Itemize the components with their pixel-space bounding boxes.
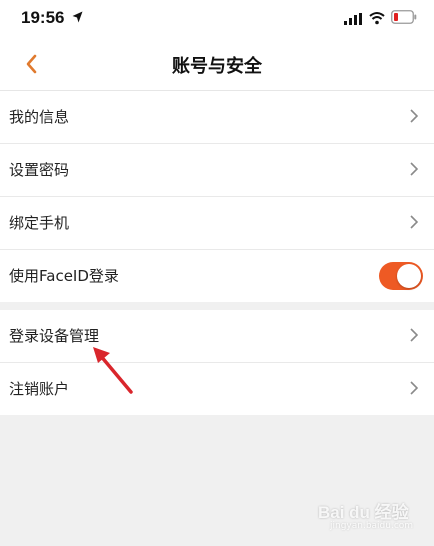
row-label: 设置密码: [9, 161, 70, 179]
row-set-password[interactable]: 设置密码: [0, 144, 434, 197]
settings-group-devices: 登录设备管理 注销账户: [0, 310, 434, 415]
chevron-right-icon: [410, 109, 418, 123]
status-bar: 19:56: [0, 0, 434, 36]
location-arrow-icon: [72, 11, 83, 23]
status-time: 19:56: [21, 8, 65, 27]
settings-group-account: 我的信息 设置密码 绑定手机 使用FaceID登录: [0, 91, 434, 302]
row-my-info[interactable]: 我的信息: [0, 91, 434, 144]
wifi-icon: [369, 12, 385, 25]
chevron-right-icon: [410, 328, 418, 342]
toggle-knob: [397, 264, 421, 288]
chevron-right-icon: [410, 162, 418, 176]
row-bind-phone[interactable]: 绑定手机: [0, 197, 434, 250]
chevron-right-icon: [410, 215, 418, 229]
watermark-logo: Bai du 经验: [318, 503, 409, 522]
annotation-arrow-icon: [93, 347, 133, 394]
row-label: 登录设备管理: [9, 327, 100, 345]
row-label: 注销账户: [9, 380, 70, 398]
faceid-toggle[interactable]: [379, 262, 423, 290]
battery-icon: [391, 10, 417, 24]
row-faceid-login: 使用FaceID登录: [0, 250, 434, 302]
row-label: 使用FaceID登录: [9, 267, 119, 285]
navigation-bar: 账号与安全: [0, 36, 434, 91]
row-label: 我的信息: [9, 108, 70, 126]
watermark-url: jingyan.baidu.com: [330, 521, 414, 531]
row-label: 绑定手机: [9, 214, 70, 232]
cellular-signal-icon: [344, 13, 362, 25]
row-device-management[interactable]: 登录设备管理: [0, 310, 434, 363]
page-title: 账号与安全: [172, 56, 262, 77]
chevron-right-icon: [410, 381, 418, 395]
row-cancel-account[interactable]: 注销账户: [0, 363, 434, 415]
